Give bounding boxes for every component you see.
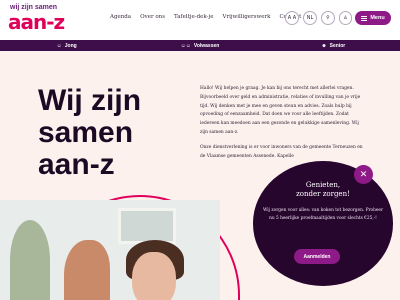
page-title: Wij zijn samen aan-z [38,84,142,181]
audience-volwassen[interactable]: ☺☺ Volwassen [133,40,266,51]
search-button[interactable]: ⚲ [321,11,335,25]
logo-wordmark: aan-z [8,10,65,34]
hero-photo [0,200,220,300]
signup-button[interactable]: Aanmelden [294,249,340,264]
intro-paragraph: Hallo! Wij helpen je graag. Je kan bij o… [200,86,361,135]
audience-label: Senior [329,42,346,49]
audience-label: Jong [64,42,77,49]
audience-bar: ☺ Jong ☺☺ Volwassen ☻ Senior [0,40,400,51]
font-size-button[interactable]: A A [285,11,299,25]
nav-tafeltje-dek-je[interactable]: Tafeltje-dek-je [174,14,213,20]
audience-senior[interactable]: ☻ Senior [267,40,400,51]
menu-button-label: Menu [370,15,385,21]
search-icon: ⚲ [326,15,330,21]
nav-vrijwilligerswerk[interactable]: Vrijwilligerswerk [222,14,270,20]
nav-over-ons[interactable]: Over ons [140,14,165,20]
nav-agenda[interactable]: Agenda [110,14,131,20]
senior-icon: ☻ [321,42,327,49]
adults-icon: ☺☺ [180,42,191,49]
site-header: wij zijn samen aan-z Agenda Over ons Taf… [0,0,400,36]
promo-popup [253,161,393,286]
intro-text: Hallo! Wij helpen je graag. Je kan bij o… [200,85,368,167]
main-nav: Agenda Over ons Tafeltje-dek-je Vrijwill… [110,14,301,20]
logo[interactable]: wij zijn samen aan-z [8,4,72,34]
language-button[interactable]: NL [303,11,317,25]
account-button[interactable]: ♙ [339,11,352,25]
user-icon: ♙ [343,15,348,21]
audience-label: Volwassen [193,42,220,49]
popup-title: Genieten, zonder zorgen! [296,181,350,198]
hamburger-icon [361,15,368,21]
intro-paragraph-2: Onze dienstverlening is er voor inwoners… [200,144,363,159]
close-icon: ✕ [359,169,368,180]
child-icon: ☺ [56,42,62,49]
menu-button[interactable]: Menu [355,11,391,25]
audience-jong[interactable]: ☺ Jong [0,40,133,51]
popup-text: Wij zorgen voor alles: van koken tot bez… [262,208,384,221]
